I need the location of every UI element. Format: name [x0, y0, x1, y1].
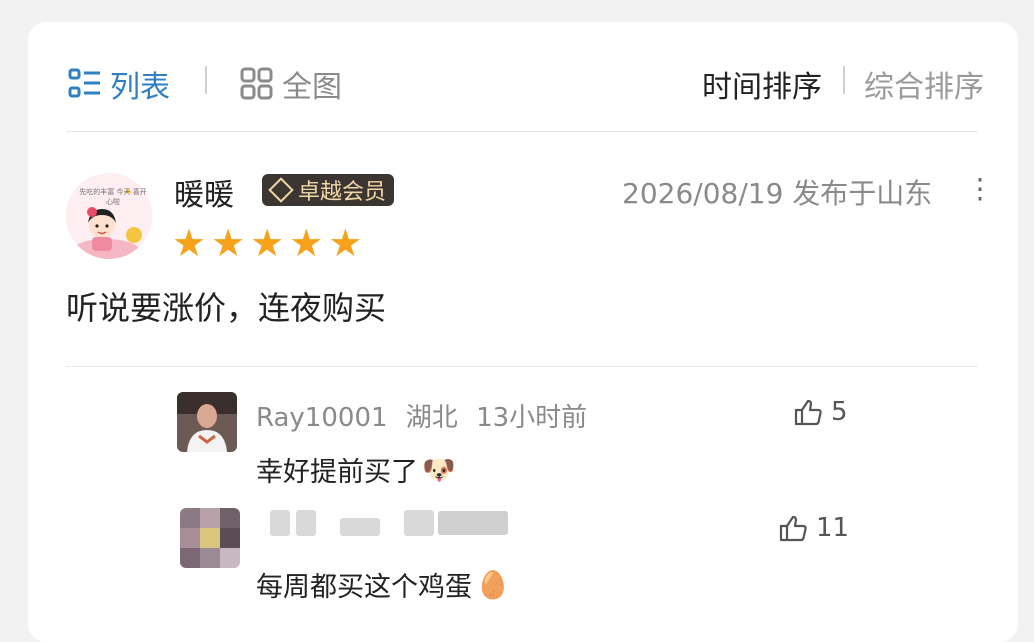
reply-text-content: 每周都买这个鸡蛋: [256, 572, 472, 603]
reply-text: 幸好提前买了 🐶: [256, 450, 456, 489]
thumbs-up-icon: [779, 515, 807, 542]
reply-avatar-photo: [177, 392, 237, 452]
dog-emoji-icon: 🐶: [422, 454, 456, 486]
reply-location: 湖北: [405, 403, 458, 433]
member-badge: 卓越会员: [262, 174, 395, 206]
grid-view-tab[interactable]: 全图: [240, 62, 342, 106]
like-count: 11: [816, 513, 850, 543]
egg-emoji-icon: 🥚: [476, 569, 510, 601]
pixelated-avatar: [180, 508, 240, 568]
reply-avatar[interactable]: [177, 392, 237, 452]
rating-stars: ★ ★ ★ ★ ★: [172, 224, 367, 262]
star-icon: ★: [289, 221, 324, 265]
reply-text: 每周都买这个鸡蛋 🥚: [256, 565, 510, 604]
reply-author[interactable]: Ray10001 湖北 13小时前: [256, 397, 587, 434]
divider: [66, 131, 978, 132]
reply-author-name: Ray10001: [256, 403, 388, 433]
reply-avatar-obscured[interactable]: [180, 508, 240, 568]
reply-author-obscured: [270, 510, 508, 536]
more-vertical-icon[interactable]: ⋮: [966, 172, 994, 205]
divider: [66, 366, 978, 367]
like-count: 5: [831, 397, 848, 427]
review-card: [28, 22, 1018, 642]
star-icon: ★: [172, 221, 207, 265]
sort-separator: [843, 66, 845, 94]
star-icon: ★: [250, 221, 285, 265]
toolbar-separator: [205, 66, 207, 94]
member-badge-label: 卓越会员: [298, 180, 387, 205]
blurred-text: [340, 518, 380, 536]
blurred-text: [296, 510, 316, 536]
reply-text-content: 幸好提前买了: [256, 457, 418, 488]
sort-by-time-tab[interactable]: 时间排序: [702, 62, 822, 106]
thumbs-up-icon: [794, 399, 822, 426]
grid-view-label: 全图: [282, 70, 342, 105]
avatar-caption: 先吃的丰富 今天 喜开心啦: [79, 188, 147, 206]
username[interactable]: 暖暖: [174, 170, 234, 214]
star-icon: ★: [328, 221, 363, 265]
review-text: 听说要涨价，连夜购买: [66, 289, 387, 327]
blurred-text: [438, 511, 508, 535]
post-meta: 2026/08/19 发布于山东: [622, 177, 933, 210]
blurred-text: [270, 510, 290, 536]
list-view-label: 列表: [110, 70, 170, 105]
star-icon: ★: [211, 221, 246, 265]
like-button[interactable]: 5: [793, 397, 848, 427]
grid-view-icon: [240, 67, 273, 100]
like-button[interactable]: 11: [778, 513, 849, 543]
list-view-tab[interactable]: 列表: [68, 62, 170, 106]
blurred-text: [404, 510, 434, 536]
sort-by-overall-tab[interactable]: 综合排序: [864, 62, 984, 106]
diamond-icon: [268, 177, 294, 203]
avatar-illustration: [66, 173, 152, 259]
avatar[interactable]: [66, 173, 152, 259]
list-view-icon: [68, 68, 100, 98]
reply-time: 13小时前: [476, 403, 588, 433]
